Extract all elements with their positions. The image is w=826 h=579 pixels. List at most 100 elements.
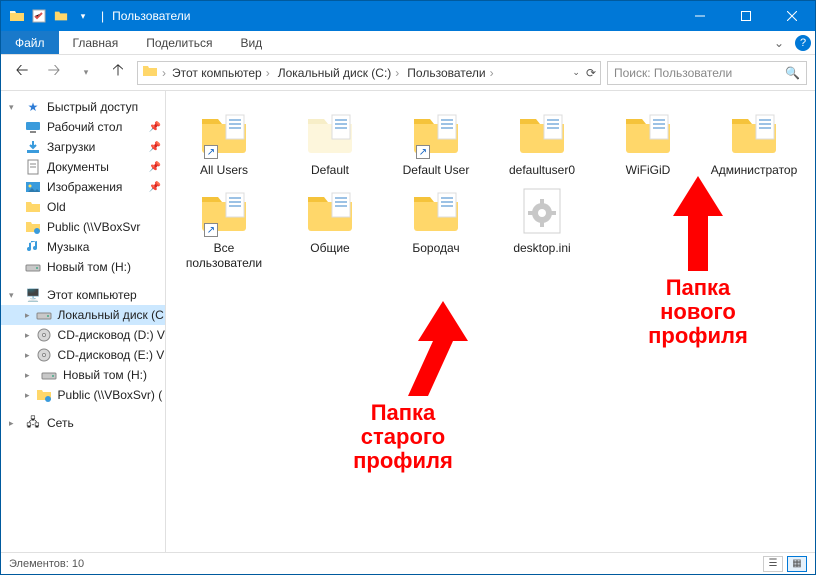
- sidebar-item[interactable]: ▸Новый том (H:): [1, 365, 165, 385]
- sidebar-item-label: Old: [47, 200, 66, 214]
- sidebar-item[interactable]: ▸Локальный диск (C: [1, 305, 165, 325]
- shortcut-overlay-icon: ↗: [204, 145, 218, 159]
- tab-file[interactable]: Файл: [1, 31, 59, 54]
- file-item[interactable]: ↗Все пользователи: [176, 183, 272, 270]
- folder-icon: ↗: [408, 105, 464, 161]
- folder-small-icon: [53, 8, 69, 24]
- sidebar-item[interactable]: Документы 📌: [1, 157, 165, 177]
- downloads-icon: [25, 139, 41, 155]
- properties-icon[interactable]: [31, 8, 47, 24]
- sidebar-item[interactable]: ▸ Public (\\VBoxSvr) (: [1, 385, 165, 405]
- sidebar-item[interactable]: ▸CD-дисковод (E:) V: [1, 345, 165, 365]
- file-item[interactable]: Общие: [282, 183, 378, 270]
- sidebar-item-label: Документы: [47, 160, 109, 174]
- file-label: All Users: [200, 163, 248, 177]
- minimize-button[interactable]: [677, 1, 723, 31]
- tab-main[interactable]: Главная: [59, 31, 133, 54]
- sidebar-item[interactable]: ▸ CD-дисковод (D:) V: [1, 325, 165, 345]
- caret-down-icon[interactable]: ▾: [9, 290, 19, 301]
- file-item[interactable]: Бородач: [388, 183, 484, 270]
- chevron-right-icon[interactable]: ›: [266, 66, 270, 80]
- up-button[interactable]: 🡡: [105, 60, 131, 86]
- caret-right-icon[interactable]: ▸: [9, 418, 19, 429]
- sidebar-item[interactable]: Загрузки📌: [1, 137, 165, 157]
- file-item[interactable]: WiFiGiD: [600, 105, 696, 177]
- breadcrumb[interactable]: Пользователи›: [405, 66, 495, 80]
- close-button[interactable]: [769, 1, 815, 31]
- breadcrumb[interactable]: Этот компьютер›: [170, 66, 272, 80]
- address-bar[interactable]: › Этот компьютер› Локальный диск (C:)› П…: [137, 61, 601, 85]
- sidebar-item-label: Public (\\VBoxSvr: [47, 220, 140, 234]
- status-count: Элементов: 10: [9, 558, 84, 570]
- folder-icon: [302, 105, 358, 161]
- breadcrumb[interactable]: Локальный диск (C:)›: [276, 66, 402, 80]
- qat-more-icon[interactable]: ▾: [75, 8, 91, 24]
- file-item[interactable]: desktop.ini: [494, 183, 590, 270]
- caret-down-icon[interactable]: ▾: [9, 102, 19, 113]
- caret-right-icon[interactable]: ▸: [25, 390, 30, 401]
- titlebar: ▾ | Пользователи: [1, 1, 815, 31]
- ribbon-tabs: Файл Главная Поделиться Вид ⌄ ?: [1, 31, 815, 55]
- sidebar-item[interactable]: Рабочий стол📌: [1, 117, 165, 137]
- sidebar-quick-access[interactable]: ▾ ★ Быстрый доступ: [1, 97, 165, 117]
- recent-locations-button[interactable]: ▾: [73, 60, 99, 86]
- netfolder-icon: [36, 387, 52, 403]
- window-title: Пользователи: [112, 9, 677, 23]
- file-item[interactable]: defaultuser0: [494, 105, 590, 177]
- caret-right-icon[interactable]: ▸: [25, 310, 30, 321]
- sidebar-item-label: CD-дисковод (D:) V: [58, 328, 165, 342]
- chevron-right-icon[interactable]: ›: [395, 66, 399, 80]
- sidebar-item-label: Рабочий стол: [47, 120, 122, 134]
- folder-icon: [726, 105, 782, 161]
- refresh-button[interactable]: ⟳: [586, 66, 596, 80]
- quick-access-toolbar: ▾: [1, 8, 99, 24]
- file-item[interactable]: ↗ All Users: [176, 105, 272, 177]
- folder-icon: [142, 63, 158, 82]
- help-button[interactable]: ?: [791, 31, 815, 54]
- view-details-button[interactable]: ☰: [763, 556, 783, 572]
- statusbar: Элементов: 10 ☰ ▦: [1, 552, 815, 574]
- caret-right-icon[interactable]: ▸: [25, 330, 30, 341]
- folder-icon: ↗: [196, 183, 252, 239]
- sidebar-item[interactable]: Музыка: [1, 237, 165, 257]
- search-icon: 🔍: [785, 66, 800, 80]
- sidebar-item[interactable]: Public (\\VBoxSvr: [1, 217, 165, 237]
- drive-icon: [25, 259, 41, 275]
- file-item[interactable]: Default: [282, 105, 378, 177]
- maximize-button[interactable]: [723, 1, 769, 31]
- address-dropdown-icon[interactable]: ⌄: [572, 67, 580, 78]
- forward-button[interactable]: 🡢: [41, 60, 67, 86]
- pin-icon: 📌: [149, 162, 161, 173]
- tab-view[interactable]: Вид: [226, 31, 276, 54]
- file-item[interactable]: ↗ Default User: [388, 105, 484, 177]
- shortcut-overlay-icon: ↗: [204, 223, 218, 237]
- caret-right-icon[interactable]: ▸: [25, 370, 35, 381]
- sidebar-item-label: Public (\\VBoxSvr) (: [58, 388, 163, 402]
- sidebar-network[interactable]: ▸ 🖧 Сеть: [1, 413, 165, 433]
- file-label: defaultuser0: [509, 163, 575, 177]
- file-label: Default User: [403, 163, 470, 177]
- sidebar-item[interactable]: Old: [1, 197, 165, 217]
- network-icon: 🖧: [25, 415, 41, 431]
- pin-icon: 📌: [149, 182, 161, 193]
- folder-icon: [408, 183, 464, 239]
- chevron-right-icon[interactable]: ›: [162, 66, 166, 80]
- documents-icon: [25, 159, 41, 175]
- ribbon-expand-icon[interactable]: ⌄: [767, 31, 791, 54]
- tab-share[interactable]: Поделиться: [132, 31, 226, 54]
- sidebar-item[interactable]: Изображения📌: [1, 177, 165, 197]
- sidebar-item[interactable]: Новый том (H:): [1, 257, 165, 277]
- shortcut-overlay-icon: ↗: [416, 145, 430, 159]
- back-button[interactable]: 🡠: [9, 60, 35, 86]
- chevron-right-icon[interactable]: ›: [490, 66, 494, 80]
- caret-right-icon[interactable]: ▸: [25, 350, 30, 361]
- sidebar-item-label: Сеть: [47, 416, 74, 430]
- file-list[interactable]: ↗ All Users Default ↗ Default User defaultuse…: [166, 91, 815, 552]
- folder-icon: [302, 183, 358, 239]
- view-large-icons-button[interactable]: ▦: [787, 556, 807, 572]
- music-icon: [25, 239, 41, 255]
- search-input[interactable]: Поиск: Пользователи 🔍: [607, 61, 807, 85]
- file-item[interactable]: Администратор: [706, 105, 802, 177]
- cd-icon: [36, 347, 52, 363]
- sidebar-this-pc[interactable]: ▾ 🖥️ Этот компьютер: [1, 285, 165, 305]
